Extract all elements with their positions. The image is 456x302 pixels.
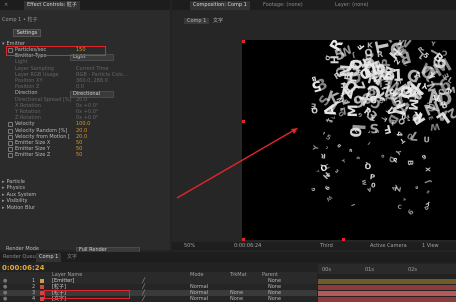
selected-layer-highlight [44, 290, 130, 299]
layer-color-label[interactable] [40, 285, 44, 289]
layer-trkmat-dropdown[interactable]: None [230, 296, 243, 302]
tab-text-timeline[interactable]: 文字 [64, 253, 80, 262]
layer-bars [318, 278, 456, 302]
layer-parent-dropdown[interactable]: None [268, 296, 281, 302]
fx-switch-icon[interactable]: ╱ [142, 296, 145, 302]
tab-comp-timeline[interactable]: Comp 1 [36, 253, 62, 262]
visibility-eye-icon[interactable]: ● [3, 296, 7, 302]
layer-color-label[interactable] [40, 279, 44, 283]
ruler-tick: 01s [365, 267, 374, 273]
layer-mode-dropdown[interactable]: Normal [190, 296, 208, 302]
layer-duration-bar[interactable] [318, 284, 456, 290]
ruler-tick: 00s [322, 267, 331, 273]
timeline-panel: Render Queue Comp 1 文字 0:00:06:24 Layer … [0, 252, 456, 302]
layer-duration-bar[interactable] [318, 290, 456, 296]
layer-duration-bar[interactable] [318, 296, 456, 302]
ruler-tick: 02s [408, 267, 417, 273]
time-ruler[interactable] [318, 264, 456, 274]
timeline-timecode[interactable]: 0:00:06:24 [2, 264, 45, 272]
layer-duration-bar[interactable] [318, 278, 456, 284]
layer-number: 4 [32, 296, 36, 302]
